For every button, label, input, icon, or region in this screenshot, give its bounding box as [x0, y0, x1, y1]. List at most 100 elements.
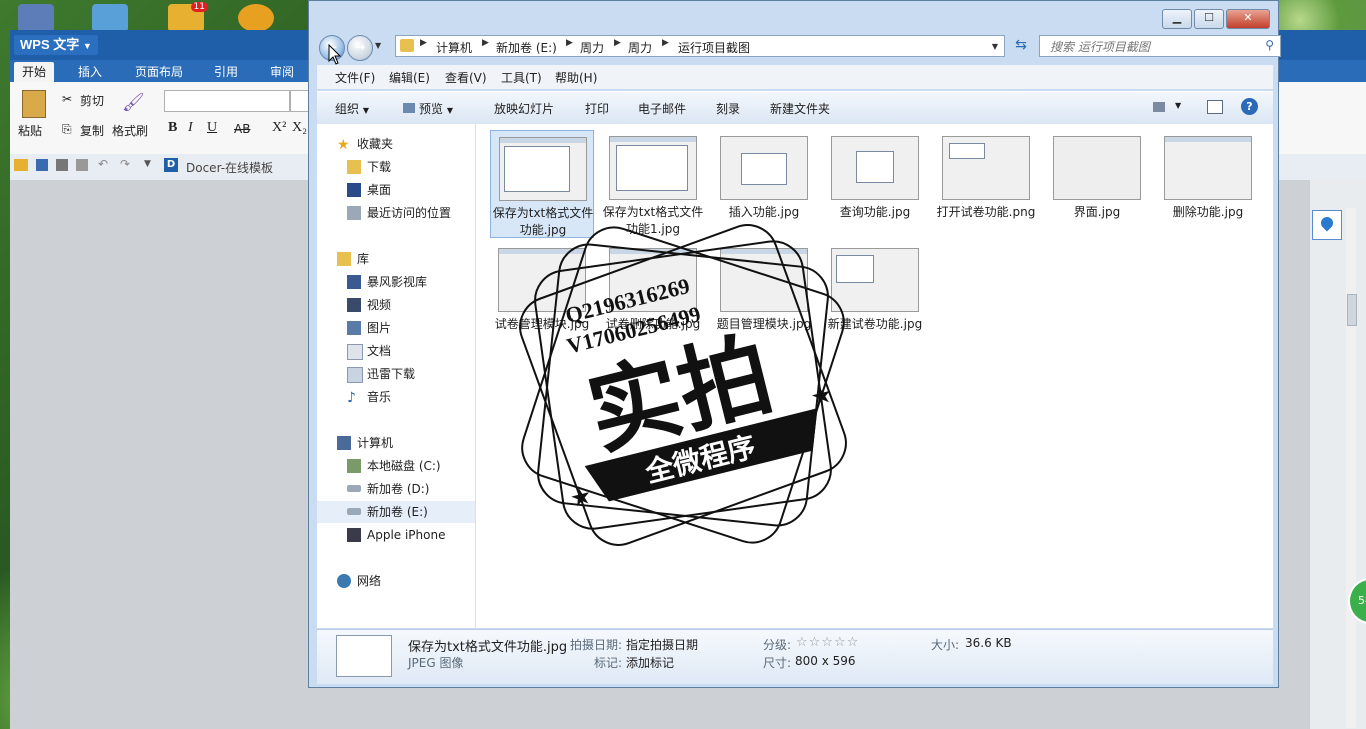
subscript-icon[interactable]: X₂ [292, 120, 307, 136]
print-button[interactable]: 打印 [585, 100, 609, 117]
rating-stars[interactable]: ☆☆☆☆☆ [796, 635, 859, 650]
file-item[interactable]: 题目管理模块.jpg [712, 242, 816, 350]
nav-network[interactable]: 网络 [317, 570, 475, 592]
nav-item-drive-c[interactable]: 本地磁盘 (C:) [317, 455, 475, 477]
cut-button[interactable]: 剪切 [80, 92, 104, 109]
redo-icon[interactable]: ↷ [120, 157, 130, 171]
new-folder-button[interactable]: 新建文件夹 [770, 100, 830, 117]
maximize-button[interactable]: ☐ [1194, 9, 1224, 29]
wps-tab-insert[interactable]: 插入 [70, 62, 110, 82]
breadcrumb-separator[interactable]: ▶ [566, 38, 573, 48]
bold-icon[interactable]: B [168, 120, 177, 136]
close-button[interactable]: ✕ [1226, 9, 1270, 29]
wps-tab-home[interactable]: 开始 [14, 62, 55, 82]
breadcrumb-computer[interactable]: 计算机 [436, 39, 472, 56]
menu-file[interactable]: 文件(F) [335, 69, 375, 86]
italic-icon[interactable]: I [188, 120, 193, 136]
breadcrumb-separator[interactable]: ▶ [482, 38, 489, 48]
menu-edit[interactable]: 编辑(E) [389, 69, 430, 86]
date-taken-value[interactable]: 指定拍摄日期 [626, 636, 698, 653]
file-item[interactable]: 查询功能.jpg [823, 130, 927, 238]
underline-icon[interactable]: U [207, 120, 217, 136]
undo-icon[interactable]: ↶ [98, 157, 108, 171]
wps-tab-layout[interactable]: 页面布局 [127, 62, 191, 82]
desktop-icon[interactable] [238, 4, 274, 32]
email-button[interactable]: 电子邮件 [638, 100, 686, 117]
format-painter-button[interactable]: 格式刷 [112, 122, 148, 139]
refresh-icon[interactable]: ⇆ [1011, 37, 1031, 55]
burn-button[interactable]: 刻录 [716, 100, 740, 117]
print-preview-icon[interactable] [76, 159, 88, 171]
copy-button[interactable]: 复制 [80, 122, 104, 139]
nav-item-documents[interactable]: 文档 [317, 340, 475, 362]
breadcrumb-separator[interactable]: ▶ [662, 38, 669, 48]
menu-tools[interactable]: 工具(T) [501, 69, 542, 86]
nav-item-music[interactable]: ♪ 音乐 [317, 386, 475, 408]
nav-computer[interactable]: 计算机 [317, 432, 475, 454]
nav-item-videos[interactable]: 视频 [317, 294, 475, 316]
breadcrumb-separator[interactable]: ▶ [420, 38, 427, 48]
nav-item-baofeng-library[interactable]: 暴风影视库 [317, 271, 475, 293]
slideshow-button[interactable]: 放映幻灯片 [494, 100, 554, 117]
chevron-down-icon[interactable]: ▼ [1175, 101, 1181, 110]
address-bar[interactable]: ▶ 计算机 ▶ 新加卷 (E:) ▶ 周力 ▶ 周力 ▶ 运行项目截图 ▼ [395, 35, 1005, 57]
chevron-down-icon[interactable]: ▼ [992, 42, 998, 51]
nav-item-recent-places[interactable]: 最近访问的位置 [317, 202, 475, 224]
file-item[interactable]: 试卷删除功能.jpg [601, 242, 705, 350]
search-icon[interactable]: ⚲ [1265, 38, 1274, 52]
strikethrough-icon[interactable]: AB [234, 122, 250, 136]
file-item[interactable]: 试卷管理模块.jpg [490, 242, 594, 350]
nav-item-downloads[interactable]: 下载 [317, 156, 475, 178]
print-icon[interactable] [56, 159, 68, 171]
scrollbar-thumb[interactable] [1347, 294, 1357, 326]
nav-item-desktop[interactable]: 桌面 [317, 179, 475, 201]
file-item[interactable]: 新建试卷功能.jpg [823, 242, 927, 350]
view-options-icon[interactable] [1153, 102, 1165, 112]
forward-button[interactable]: → [347, 35, 373, 61]
preview-pane-icon[interactable] [1207, 100, 1223, 114]
breadcrumb-current-folder[interactable]: 运行项目截图 [678, 39, 750, 56]
file-item[interactable]: 界面.jpg [1045, 130, 1149, 238]
search-input[interactable] [1048, 37, 1252, 57]
nav-favorites[interactable]: ★ 收藏夹 [317, 133, 475, 155]
desktop-icon[interactable] [18, 4, 54, 32]
nav-libraries[interactable]: 库 [317, 248, 475, 270]
paste-button[interactable]: 粘贴 [18, 122, 42, 139]
breadcrumb-drive-e[interactable]: 新加卷 (E:) [496, 39, 557, 56]
breadcrumb-separator[interactable]: ▶ [614, 38, 621, 48]
superscript-icon[interactable]: X² [272, 120, 286, 136]
desktop-icon[interactable]: 11 [168, 2, 208, 32]
wps-tab-review[interactable]: 审阅 [262, 62, 302, 82]
preview-button[interactable]: 预览 ▼ [403, 100, 453, 117]
wps-app-button[interactable]: WPS 文字 ▼ [14, 35, 98, 55]
location-pin-icon[interactable] [1312, 210, 1342, 240]
tags-value[interactable]: 添加标记 [626, 654, 674, 671]
nav-item-apple-iphone[interactable]: Apple iPhone [317, 524, 475, 546]
file-item[interactable]: 插入功能.jpg [712, 130, 816, 238]
wps-tab-references[interactable]: 引用 [206, 62, 246, 82]
nav-item-drive-e[interactable]: 新加卷 (E:) [317, 501, 475, 523]
breadcrumb-zhouli[interactable]: 周力 [580, 39, 604, 56]
save-icon[interactable] [36, 159, 48, 171]
menu-help[interactable]: 帮助(H) [555, 69, 597, 86]
menu-view[interactable]: 查看(V) [445, 69, 487, 86]
file-item[interactable]: 保存为txt格式文件功能1.jpg [601, 130, 705, 238]
file-item[interactable]: 保存为txt格式文件功能.jpg [490, 130, 594, 238]
recent-pages-dropdown[interactable]: ▼ [375, 41, 381, 50]
nav-item-thunder-downloads[interactable]: 迅雷下载 [317, 363, 475, 385]
vertical-scrollbar[interactable] [1346, 208, 1357, 728]
help-icon[interactable]: ? [1241, 98, 1258, 115]
paste-icon[interactable] [22, 90, 46, 118]
desktop-icon[interactable] [92, 4, 128, 32]
nav-item-pictures[interactable]: 图片 [317, 317, 475, 339]
breadcrumb-zhouli-2[interactable]: 周力 [628, 39, 652, 56]
file-item[interactable]: 删除功能.jpg [1156, 130, 1260, 238]
font-name-select[interactable] [164, 90, 290, 112]
docer-templates-tab[interactable]: Docer-在线模板 [186, 159, 273, 176]
minimize-button[interactable]: ▁ [1162, 9, 1192, 29]
nav-item-drive-d[interactable]: 新加卷 (D:) [317, 478, 475, 500]
organize-button[interactable]: 组织 ▼ [335, 100, 369, 117]
chevron-down-icon[interactable]: ▼ [144, 159, 151, 169]
file-item[interactable]: 打开试卷功能.png [934, 130, 1038, 238]
open-folder-icon[interactable] [14, 159, 28, 171]
